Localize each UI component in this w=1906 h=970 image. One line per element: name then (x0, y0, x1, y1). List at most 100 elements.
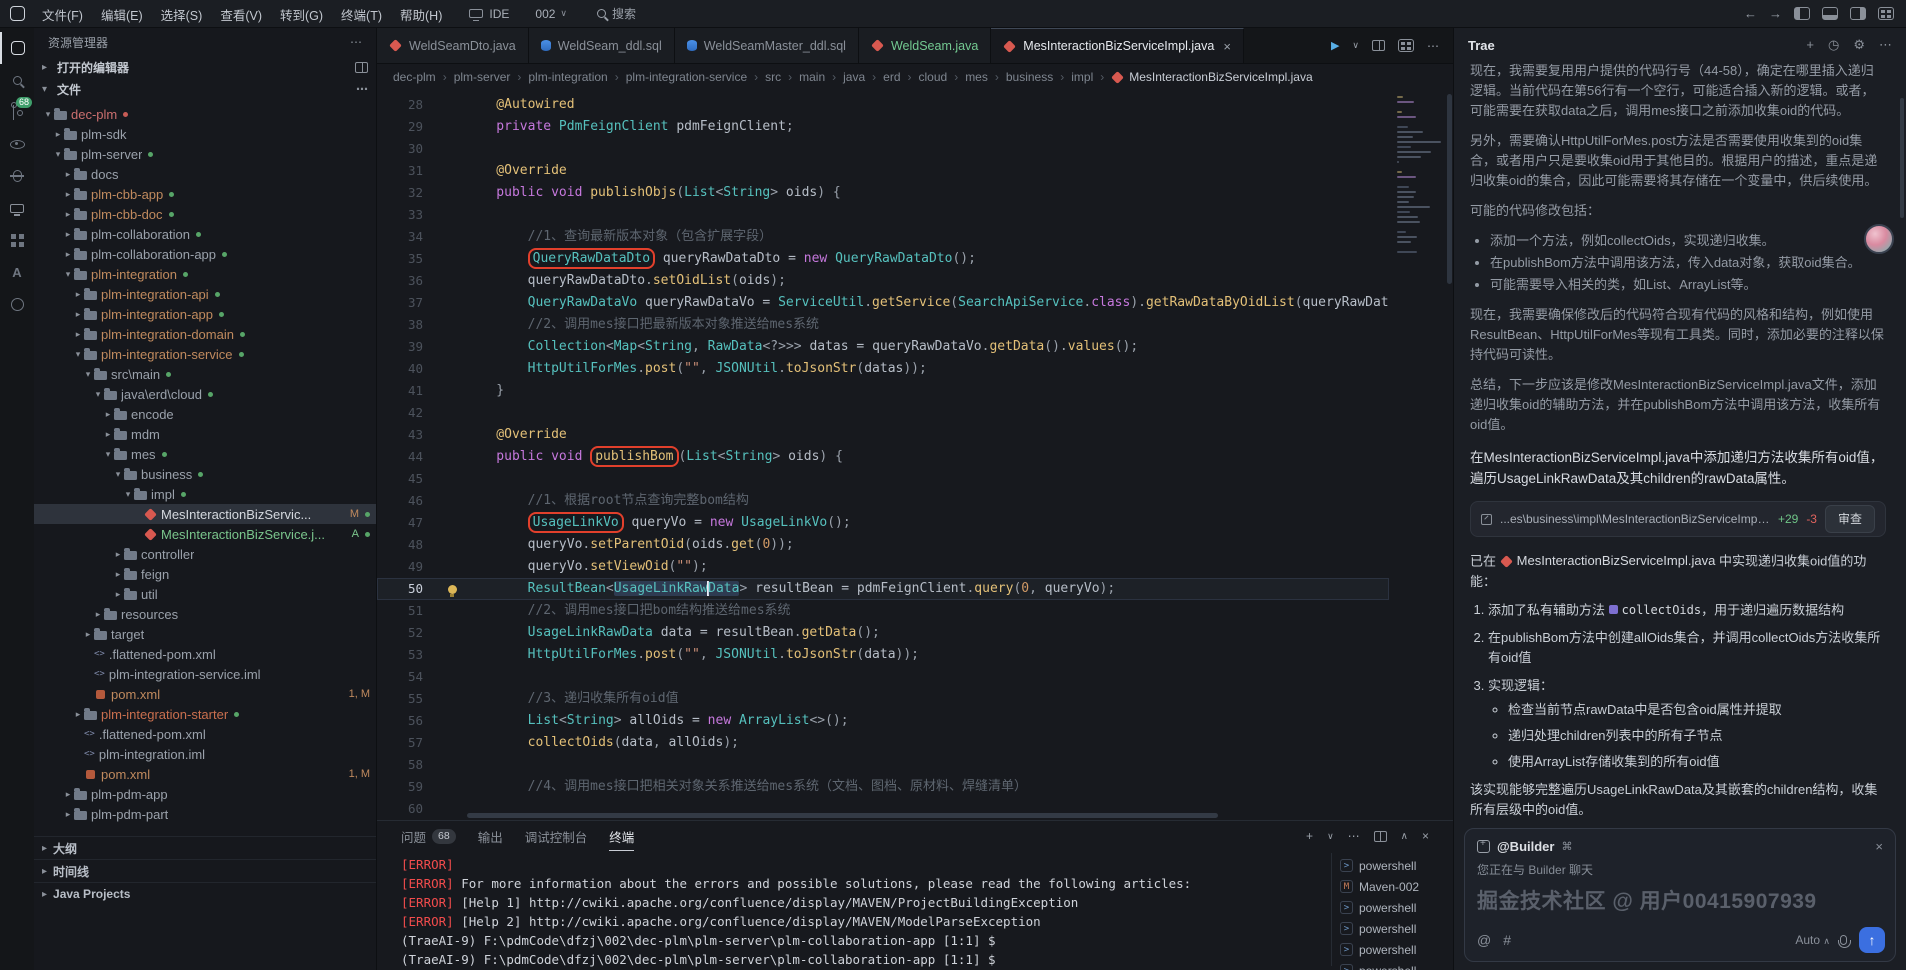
code-line[interactable]: 34 //1、查询最新版本对象（包含扩展字段） (377, 226, 1389, 248)
toggle-secondary-sidebar-icon[interactable] (1850, 7, 1866, 20)
tab-terminal[interactable]: 终端 (609, 821, 634, 851)
terminal-session[interactable]: >powershell (1340, 918, 1447, 939)
code-line[interactable]: 54 (377, 666, 1389, 688)
tree-item[interactable]: ▾plm-integration (34, 264, 376, 284)
code-line[interactable]: 35 QueryRawDataDto queryRawDataDto = new… (377, 248, 1389, 270)
section-1[interactable]: ▸时间线 (34, 859, 376, 882)
terminal-output[interactable]: [ERROR][ERROR] For more information abou… (377, 851, 1323, 970)
tab-weldseammaster-ddl[interactable]: WeldSeamMaster_ddl.sql (675, 28, 859, 63)
project-selector[interactable]: 002 ∨ (535, 7, 567, 21)
tree-item[interactable]: ▾src\main (34, 364, 376, 384)
tree-item[interactable]: ▸resources (34, 604, 376, 624)
breadcrumb-item[interactable]: cloud (919, 70, 948, 84)
tree-item[interactable]: ▸docs (34, 164, 376, 184)
tab-weldseam-ddl[interactable]: WeldSeam_ddl.sql (529, 28, 675, 63)
code-line[interactable]: 39 Collection<Map<String, RawData<?>>> d… (377, 336, 1389, 358)
method-chip[interactable]: collectOids (1609, 600, 1701, 620)
extensions-icon[interactable] (0, 224, 34, 256)
tree-item[interactable]: ▸mdm (34, 424, 376, 444)
tree-item[interactable]: ▾java\erd\cloud (34, 384, 376, 404)
run-icon[interactable]: ▶ (1331, 39, 1339, 52)
tree-item[interactable]: ▸plm-collaboration-app (34, 244, 376, 264)
tree-item[interactable]: ▸plm-integration-api (34, 284, 376, 304)
terminal-session[interactable]: >powershell (1340, 855, 1447, 876)
breadcrumb-item[interactable]: plm-server (454, 70, 511, 84)
explorer-icon[interactable] (0, 32, 34, 64)
code-line[interactable]: 36 queryRawDataDto.setOidList(oids); (377, 270, 1389, 292)
breadcrumb-item[interactable]: erd (883, 70, 900, 84)
tree-item[interactable]: ▸plm-pdm-part (34, 804, 376, 824)
open-editors-section[interactable]: ▸ 打开的编辑器 (34, 56, 376, 78)
global-search[interactable]: 搜索 (597, 5, 636, 22)
code-line[interactable]: 53 HttpUtilForMes.post("", JSONUtil.toJs… (377, 644, 1389, 666)
preview-icon[interactable] (0, 128, 34, 160)
tree-item[interactable]: ▾plm-server (34, 144, 376, 164)
layout-grid-icon[interactable] (1878, 7, 1894, 20)
split-terminal-icon[interactable] (1374, 831, 1387, 842)
tree-item[interactable]: ▾business (34, 464, 376, 484)
builder-input-panel[interactable]: @Builder ⌘ × 您正在与 Builder 聊天 掘金技术社区 @ 用户… (1464, 828, 1896, 962)
menu-item-1[interactable]: 编辑(E) (92, 0, 152, 28)
debug-icon[interactable] (0, 160, 34, 192)
breadcrumb-item[interactable]: dec-plm (393, 70, 436, 84)
breadcrumb-item[interactable]: plm-integration-service (626, 70, 747, 84)
file-chip[interactable]: MesInteractionBizServiceImpl.java (1500, 551, 1716, 571)
lightbulb-icon[interactable] (448, 585, 457, 594)
history-icon[interactable]: ◷ (1828, 37, 1839, 53)
code-line[interactable]: 32 public void publishObjs(List<String> … (377, 182, 1389, 204)
tree-item[interactable]: <>.flattened-pom.xml (34, 644, 376, 664)
new-chat-icon[interactable]: + (1806, 37, 1814, 53)
terminal-session[interactable]: MMaven-002 (1340, 876, 1447, 897)
mention-icon[interactable]: @ (1477, 932, 1491, 948)
code-line[interactable]: 42 (377, 402, 1389, 424)
code-line[interactable]: 51 //2、调用mes接口把bom结构推送给mes系统 (377, 600, 1389, 622)
files-section[interactable]: ▾ 文件 ⋯ (34, 78, 376, 100)
terminal-session[interactable]: >powershell (1340, 939, 1447, 960)
menu-item-2[interactable]: 选择(S) (152, 0, 212, 28)
code-line[interactable]: 29 private PdmFeignClient pdmFeignClient… (377, 116, 1389, 138)
chat-scrollbar[interactable] (1900, 98, 1904, 218)
tree-item[interactable]: ▸plm-integration-starter (34, 704, 376, 724)
send-button[interactable]: ↑ (1859, 927, 1885, 953)
tree-item[interactable]: <>plm-integration.iml (34, 744, 376, 764)
menu-item-4[interactable]: 转到(G) (271, 0, 332, 28)
breadcrumb-item[interactable]: mes (965, 70, 988, 84)
more-icon[interactable]: ⋯ (356, 82, 368, 96)
tree-item[interactable]: ▸util (34, 584, 376, 604)
ide-indicator[interactable]: IDE (469, 7, 509, 21)
close-icon[interactable]: × (1223, 39, 1231, 54)
menu-item-5[interactable]: 终端(T) (332, 0, 391, 28)
section-2[interactable]: ▸Java Projects (34, 882, 376, 905)
tab-problems[interactable]: 问题68 (401, 821, 456, 851)
code-line[interactable]: 49 queryVo.setViewOid(""); (377, 556, 1389, 578)
run-dropdown-icon[interactable]: ∨ (1352, 40, 1359, 51)
tree-item[interactable]: ▸plm-cbb-app (34, 184, 376, 204)
editor-vertical-scrollbar[interactable] (1446, 90, 1453, 820)
remote-icon[interactable] (0, 192, 34, 224)
breadcrumb-item[interactable]: src (765, 70, 781, 84)
breadcrumb-item[interactable]: business (1006, 70, 1053, 84)
tree-item[interactable]: ▸plm-pdm-app (34, 784, 376, 804)
model-selector[interactable]: Auto ∧ (1795, 933, 1830, 947)
code-line[interactable]: 48 queryVo.setParentOid(oids.get(0)); (377, 534, 1389, 556)
back-icon[interactable]: ← (1744, 6, 1757, 21)
source-control-icon[interactable]: 68 (0, 96, 34, 128)
tree-item[interactable]: pom.xml1, M (34, 684, 376, 704)
account-icon[interactable] (0, 288, 34, 320)
more-icon[interactable]: ⋯ (1348, 829, 1360, 843)
code-line[interactable]: 52 UsageLinkRawData data = resultBean.ge… (377, 622, 1389, 644)
tree-item[interactable]: ▾plm-integration-service (34, 344, 376, 364)
editor-horizontal-scrollbar[interactable] (467, 813, 1383, 818)
test-icon[interactable]: A (0, 256, 34, 288)
code-line[interactable]: 46 //1、根据root节点查询完整bom结构 (377, 490, 1389, 512)
tree-item[interactable]: <>plm-integration-service.iml (34, 664, 376, 684)
new-terminal-icon[interactable]: + (1306, 829, 1313, 843)
mic-icon[interactable] (1840, 935, 1847, 945)
section-0[interactable]: ▸大纲 (34, 836, 376, 859)
code-line[interactable]: 28 @Autowired (377, 94, 1389, 116)
code-line[interactable]: 38 //2、调用mes接口把最新版本对象推送给mes系统 (377, 314, 1389, 336)
code-line[interactable]: 44 public void publishBom(List<String> o… (377, 446, 1389, 468)
close-panel-icon[interactable]: × (1422, 829, 1429, 843)
code-editor[interactable]: 28 @Autowired29 private PdmFeignClient p… (377, 90, 1453, 820)
code-line[interactable]: 37 QueryRawDataVo queryRawDataVo = Servi… (377, 292, 1389, 314)
